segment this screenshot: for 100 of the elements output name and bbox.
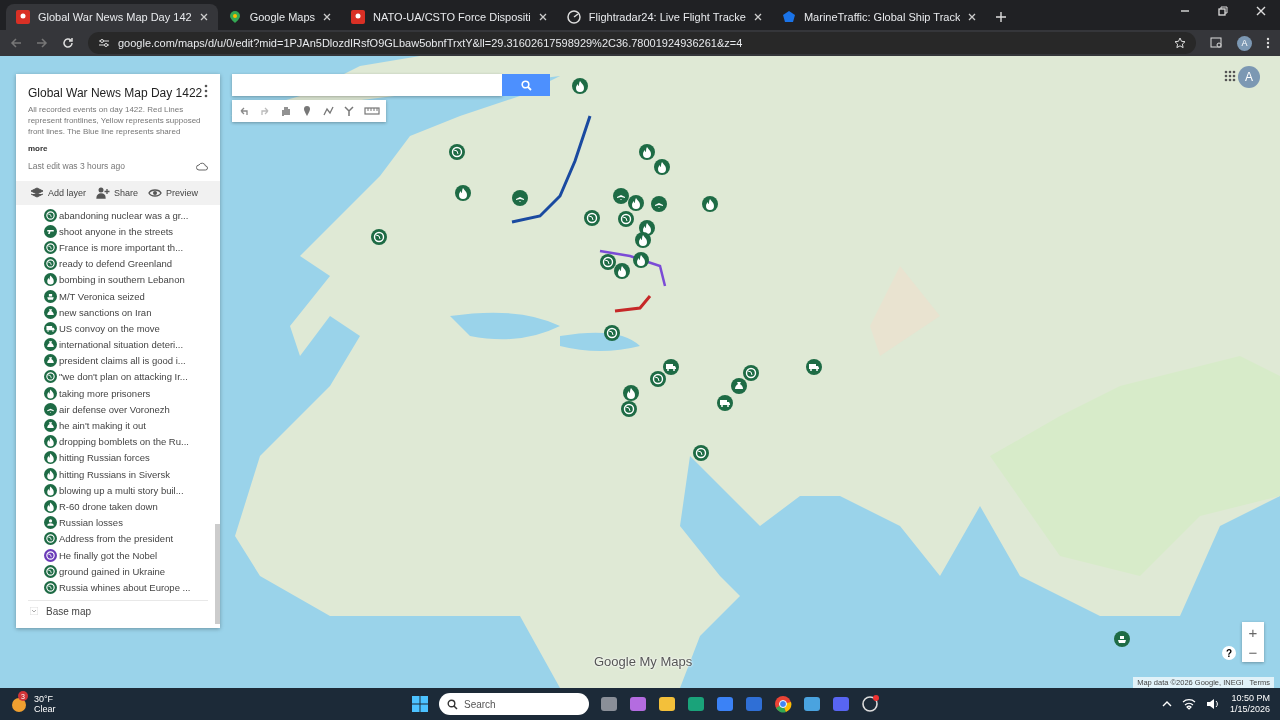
feature-label[interactable]: international situation deteri... (59, 339, 184, 351)
feature-label[interactable]: Russia whines about Europe ... (59, 581, 191, 593)
close-icon[interactable] (753, 13, 762, 21)
weather-condition: Clear (34, 704, 56, 714)
base-map-label[interactable]: Base map (46, 605, 92, 617)
eye-icon (148, 186, 163, 200)
browser-tab[interactable]: Google Maps (217, 4, 342, 30)
browser-tab[interactable]: NATO-UA/CSTO Force Dispositi (341, 4, 557, 30)
chevron-up-icon[interactable] (1161, 699, 1172, 709)
app-icon[interactable] (803, 695, 821, 713)
apps-grid-icon[interactable] (1224, 70, 1236, 82)
task-view-icon[interactable] (600, 695, 618, 713)
site-settings-icon[interactable] (98, 37, 110, 49)
feature-label[interactable]: hitting Russian forces (59, 452, 150, 464)
feature-label[interactable]: blowing up a multi story buil... (59, 484, 184, 496)
forward-icon[interactable] (36, 37, 48, 49)
radar-icon (566, 10, 581, 24)
feature-label[interactable]: new sanctions on Iran (59, 306, 152, 318)
map-marker-icon (618, 211, 634, 227)
more-icon[interactable] (204, 84, 208, 98)
feature-label[interactable]: US convoy on the move (59, 322, 160, 334)
map-marker-icon (654, 159, 670, 175)
layers-icon (30, 186, 44, 200)
feature-label[interactable]: M/T Veronica seized (59, 290, 145, 302)
share-icon (96, 186, 111, 200)
new-tab-icon[interactable] (996, 12, 1007, 22)
feature-label[interactable]: ready to defend Greenland (59, 258, 173, 270)
feature-label[interactable]: bombing in southern Lebanon (59, 274, 185, 286)
wifi-icon[interactable] (1181, 698, 1196, 710)
map-marker-icon (806, 359, 822, 375)
taskbar-search-field[interactable]: Search (439, 693, 589, 715)
feature-label[interactable]: air defense over Voronezh (59, 403, 170, 415)
toolbar-action[interactable]: Preview (148, 186, 199, 200)
map-marker-icon (572, 78, 588, 94)
restore-icon[interactable] (1218, 6, 1228, 16)
feature-label[interactable]: Address from the president (59, 533, 174, 545)
feature-label[interactable]: president claims all is good i... (59, 355, 186, 367)
more-icon[interactable] (1266, 37, 1270, 49)
zoom-in-button[interactable]: + (1242, 622, 1264, 642)
chrome-icon[interactable] (774, 695, 792, 713)
url-text: google.com/maps/d/u/0/edit?mid=1PJAn5DlozdIRsfO9GLbaw5obnfTrxtY&ll=29.31602617598929%2C36.78001924936261&z=4 (118, 37, 743, 49)
map-title: Global War News Map Day 1422 (28, 86, 203, 100)
close-icon[interactable] (323, 13, 332, 21)
feature-label[interactable]: he ain't making it out (59, 420, 146, 432)
search-icon (520, 79, 532, 91)
map-marker-icon (743, 365, 759, 381)
back-icon[interactable] (10, 37, 22, 49)
speaker-icon[interactable] (1205, 698, 1220, 710)
map-marker-icon (604, 325, 620, 341)
map-marker-icon (693, 445, 709, 461)
star-icon[interactable] (1174, 37, 1186, 49)
map-marker-icon (639, 144, 655, 160)
feature-label[interactable]: "we don't plan on attacking Ir... (59, 371, 188, 383)
search-button[interactable] (502, 74, 550, 96)
map-marker-icon (1114, 631, 1130, 647)
map-marker-icon (731, 378, 747, 394)
map-pin-icon (351, 10, 366, 24)
more-link[interactable]: more (28, 144, 48, 153)
browser-tab[interactable]: MarineTraffic: Global Ship Track (771, 4, 987, 30)
tab-search-icon[interactable] (1210, 37, 1223, 49)
feature-label[interactable]: ground gained in Ukraine (59, 565, 166, 577)
feature-label[interactable]: hitting Russians in Siversk (59, 468, 170, 480)
close-icon[interactable] (968, 13, 977, 21)
feature-label[interactable]: R-60 drone taken down (59, 500, 158, 512)
search-field[interactable] (232, 74, 502, 96)
search-icon (447, 698, 458, 710)
last-edit-text: Last edit was 3 hours ago (28, 161, 125, 171)
feature-label[interactable]: taking more prisoners (59, 387, 151, 399)
windows-start-icon[interactable] (412, 696, 428, 712)
map-marker-icon (584, 210, 600, 226)
zoom-out-button[interactable]: − (1242, 642, 1264, 662)
help-button[interactable]: ? (1222, 646, 1236, 660)
clock-time[interactable]: 10:50 PM (1231, 693, 1270, 704)
close-icon[interactable] (1256, 6, 1266, 16)
temperature-text: 30°F (34, 694, 55, 704)
cloud-icon (196, 161, 208, 171)
toolbar-action[interactable]: Share (96, 186, 139, 200)
map-marker-icon (449, 144, 465, 160)
toolbar-action[interactable]: Add layer (30, 186, 87, 200)
feature-label[interactable]: shoot anyone in the streets (59, 225, 174, 237)
feature-label[interactable]: Russian losses (59, 517, 123, 529)
map-marker-icon (663, 359, 679, 375)
map-marker-icon (613, 188, 629, 204)
feature-label[interactable]: dropping bomblets on the Ru... (59, 436, 189, 448)
feature-label[interactable]: France is more important th... (59, 241, 184, 253)
map-marker-icon (455, 185, 471, 201)
close-icon[interactable] (199, 13, 208, 21)
close-icon[interactable] (538, 13, 547, 21)
feature-label[interactable]: He finally got the Nobel (59, 549, 158, 561)
browser-tab[interactable]: Global War News Map Day 142 (6, 4, 218, 30)
weather-icon[interactable] (10, 695, 28, 713)
map-marker-icon (717, 395, 733, 411)
feature-label[interactable]: abandoning nuclear was a gr... (59, 209, 189, 221)
clock-date[interactable]: 1/15/2026 (1229, 704, 1270, 715)
reload-icon[interactable] (62, 37, 74, 49)
address-bar[interactable]: google.com/maps/d/u/0/edit?mid=1PJAn5DlozdIRsfO9GLbaw5obnfTrxtY&ll=29.31602617598929%2C36.78001924936261&z=4 (88, 32, 1196, 54)
browser-tab[interactable]: Flightradar24: Live Flight Tracke (556, 4, 772, 30)
map-marker-icon (635, 232, 651, 248)
pentagon-icon (781, 10, 796, 24)
map-pin-icon (227, 10, 242, 24)
